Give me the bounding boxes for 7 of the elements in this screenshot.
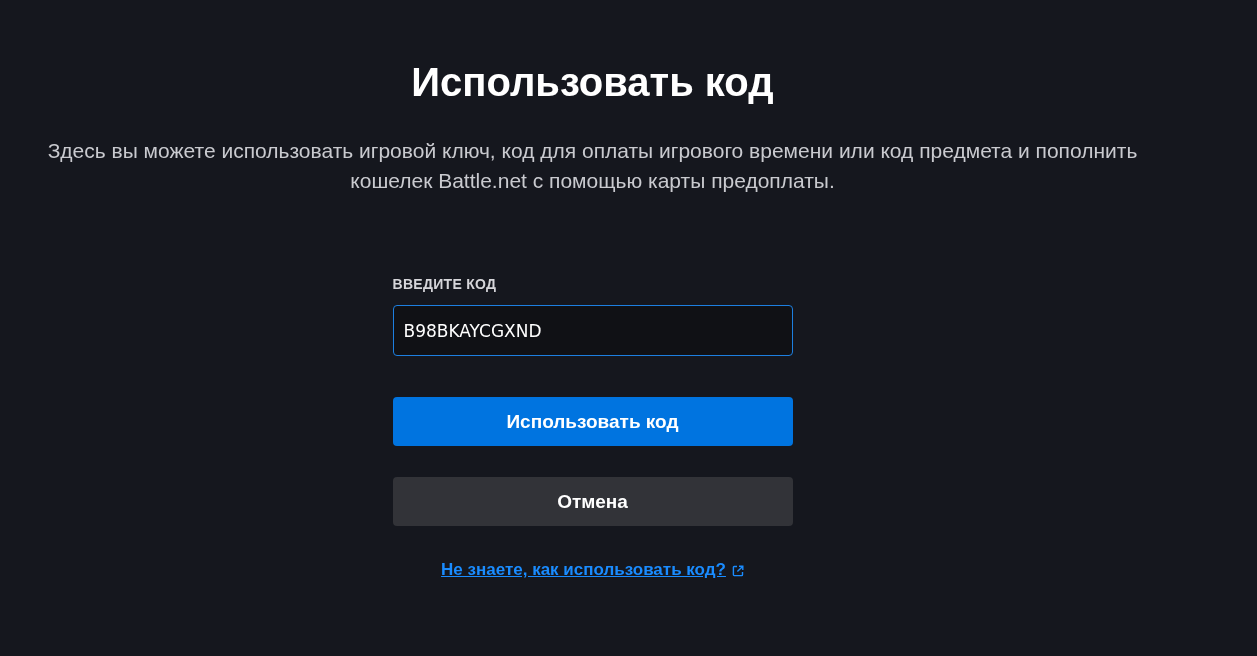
code-label: ВВЕДИТЕ КОД xyxy=(392,275,497,293)
page-title: Использовать код xyxy=(411,59,774,106)
cancel-button[interactable]: Отмена xyxy=(392,477,793,526)
redeem-button[interactable]: Использовать код xyxy=(392,397,793,446)
help-link[interactable]: Не знаете, как использовать код? xyxy=(441,559,726,581)
code-input-field[interactable]: B98BKAYCGXND xyxy=(392,305,793,356)
description-text: Здесь вы можете использовать игровой ключ, код для оплаты игрового времени или код предмета и пополнить кошелек Battle.net с помощью карты предоплаты. xyxy=(46,138,1139,194)
